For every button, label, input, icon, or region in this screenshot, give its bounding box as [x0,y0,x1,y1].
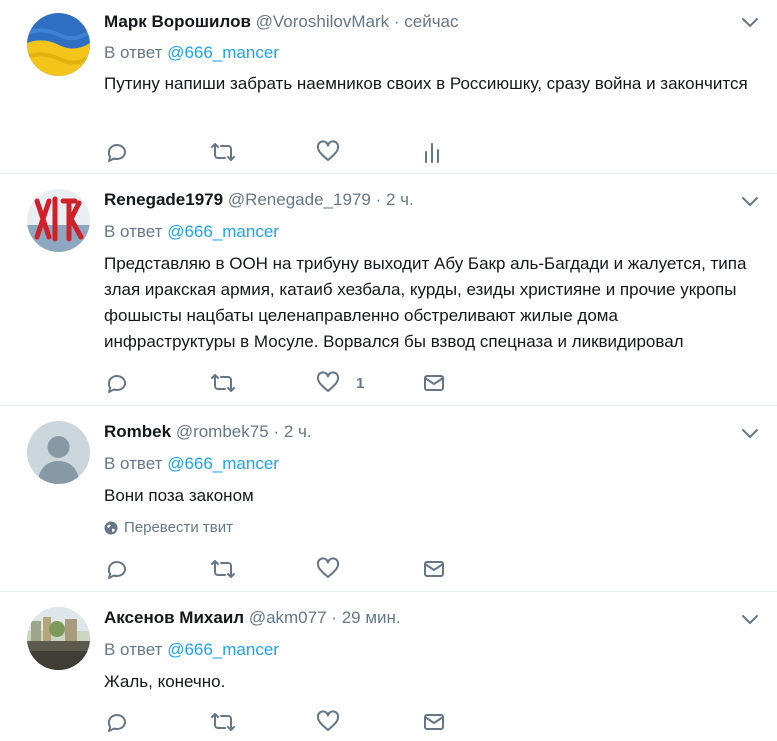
like-button[interactable] [316,710,340,734]
direct-message-button[interactable] [422,710,446,734]
red-emblem-avatar-image [27,189,90,252]
avatar[interactable] [27,607,90,670]
mail-icon [424,375,444,391]
retweet-button[interactable] [210,557,236,581]
reply-prefix: В ответ [104,640,163,659]
reply-mention-link[interactable]: @666_mancer [167,222,279,241]
reply-prefix: В ответ [104,43,163,62]
tweet-text: Вони поза законом [104,486,254,505]
like-count: 1 [356,374,365,392]
retweet-button[interactable] [210,371,236,395]
reply-context: В ответ @666_mancer [104,454,279,474]
chevron-down-icon[interactable] [741,196,759,208]
tweet-header: Аксенов Михаил @akm077 · 29 мин. [104,608,401,628]
avatar[interactable] [27,421,90,484]
reply-context: В ответ @666_mancer [104,222,279,242]
timestamp[interactable]: сейчас [404,12,458,31]
chevron-down-icon[interactable] [741,614,759,626]
separator: · [273,422,280,441]
retweet-icon [211,143,235,161]
direct-message-button[interactable] [422,557,446,581]
reply-button[interactable] [104,140,128,164]
tweet[interactable]: Rombek @rombek75 · 2 ч. В ответ @666_man… [0,406,777,592]
retweet-icon [211,713,235,731]
reply-button[interactable] [104,710,128,734]
author-handle[interactable]: @VoroshilovMark [256,12,389,31]
tweet-text: Жаль, конечно. [104,672,226,691]
retweet-icon [211,560,235,578]
timestamp[interactable]: 29 мин. [342,608,401,627]
like-button[interactable]: 1 [316,371,364,395]
reply-mention-link[interactable]: @666_mancer [167,640,279,659]
reply-icon [107,714,126,732]
heart-icon [316,371,340,392]
reply-button[interactable] [104,371,128,395]
retweet-button[interactable] [210,140,236,164]
reply-prefix: В ответ [104,222,163,241]
analytics-button[interactable] [422,140,442,164]
reply-icon [107,375,126,393]
author-name[interactable]: Марк Ворошилов [104,12,251,31]
like-button[interactable] [316,557,340,581]
translate-tweet-link[interactable]: Перевести твит [104,519,233,536]
reply-prefix: В ответ [104,454,163,473]
translate-label[interactable]: Перевести твит [124,519,233,536]
mail-icon [424,714,444,730]
separator: · [375,190,382,209]
avatar[interactable] [27,189,90,252]
separator: · [331,608,337,627]
reply-context: В ответ @666_mancer [104,43,279,63]
author-name[interactable]: Rombek [104,422,171,441]
separator: · [393,12,400,31]
author-name[interactable]: Renegade1979 [104,190,223,209]
tweet[interactable]: Renegade1979 @Renegade_1979 · 2 ч. В отв… [0,174,777,406]
timestamp[interactable]: 2 ч. [386,190,414,209]
like-button[interactable] [316,140,340,164]
author-handle[interactable]: @akm077 [249,608,327,627]
tweet-header: Rombek @rombek75 · 2 ч. [104,422,312,442]
tweet-header: Renegade1979 @Renegade_1979 · 2 ч. [104,190,414,210]
reply-mention-link[interactable]: @666_mancer [167,43,279,62]
heart-icon [316,140,340,161]
author-handle[interactable]: @Renegade_1979 [228,190,371,209]
globe-icon [104,521,118,534]
retweet-icon [211,374,235,392]
tweet-text: Путину напиши забрать наемников своих в … [104,74,748,93]
reply-mention-link[interactable]: @666_mancer [167,454,279,473]
heart-icon [316,557,340,578]
city-photo-avatar-image [27,607,90,670]
retweet-button[interactable] [210,710,236,734]
author-handle[interactable]: @rombek75 [176,422,269,441]
heart-icon [316,710,340,731]
chevron-down-icon[interactable] [741,428,759,440]
reply-button[interactable] [104,557,128,581]
tweet[interactable]: Марк Ворошилов @VoroshilovMark · сейчас … [0,0,777,174]
avatar[interactable] [27,13,90,76]
tweet[interactable]: Аксенов Михаил @akm077 · 29 мин. В ответ… [0,592,777,741]
tweet-text: Представляю в ООН на трибуну выходит Абу… [104,254,747,351]
reply-context: В ответ @666_mancer [104,640,279,660]
chevron-down-icon[interactable] [741,17,759,29]
tweet-header: Марк Ворошилов @VoroshilovMark · сейчас [104,12,459,32]
mail-icon [424,561,444,577]
ukraine-flag-avatar-image [27,13,90,76]
direct-message-button[interactable] [422,371,446,395]
timestamp[interactable]: 2 ч. [284,422,312,441]
reply-icon [107,561,126,579]
analytics-icon [425,143,439,163]
author-name[interactable]: Аксенов Михаил [104,608,244,627]
reply-icon [107,144,126,162]
default-person-avatar-image [27,421,90,484]
